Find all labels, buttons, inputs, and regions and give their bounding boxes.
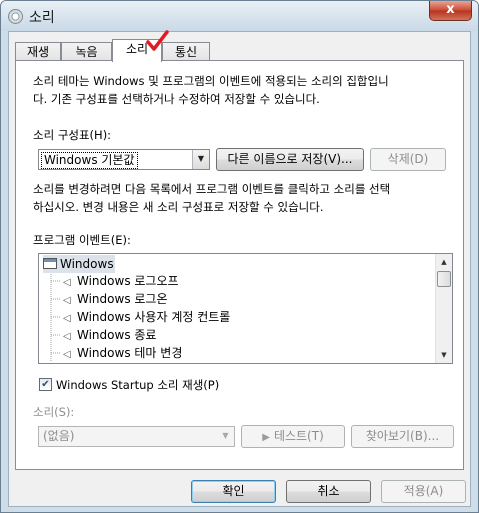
- speaker-icon: ◁: [63, 349, 71, 360]
- dialog-client-area: 재생 녹음 소리 통신 소리 테마는 Windows 및 프로그램의 이벤트에 …: [8, 30, 471, 507]
- description-line-1: 소리 테마는 Windows 및 프로그램의 이벤트에 적용되는 소리의 집합입…: [33, 74, 389, 88]
- title-bar[interactable]: 소리 x: [1, 1, 478, 31]
- delete-button[interactable]: 삭제(D): [370, 148, 446, 171]
- play-icon: ▶: [262, 432, 270, 443]
- instructions-text: 소리를 변경하려면 다음 목록에서 프로그램 이벤트를 클릭하고 소리를 선택 …: [33, 180, 453, 216]
- list-item-label: Windows 테마 변경: [77, 346, 183, 360]
- scheme-selected-value: Windows 기본값: [41, 152, 138, 169]
- list-item[interactable]: ◁ Windows 사용자 계정 컨트롤: [63, 308, 230, 326]
- check-mark-icon: [146, 30, 169, 51]
- list-item[interactable]: ◁ Windows 로그온: [63, 290, 168, 308]
- description-text: 소리 테마는 Windows 및 프로그램의 이벤트에 적용되는 소리의 집합입…: [33, 72, 453, 108]
- startup-sound-checkbox[interactable]: ✔: [39, 378, 52, 391]
- scheme-select[interactable]: Windows 기본값 ▼: [38, 149, 210, 170]
- ok-button[interactable]: 확인: [191, 480, 276, 503]
- list-item[interactable]: ◁ Windows 테마 변경: [63, 344, 182, 362]
- tab-playback[interactable]: 재생: [15, 42, 61, 61]
- list-item-label: Windows 종료: [77, 328, 157, 342]
- tab-recording[interactable]: 녹음: [61, 42, 112, 61]
- scheme-label: 소리 구성표(H):: [33, 128, 112, 142]
- description-line-2: 다. 기존 구성표를 선택하거나 수정하여 저장할 수 있습니다.: [33, 92, 320, 106]
- test-button-label: 테스트(T): [273, 429, 324, 443]
- sound-dialog-window: 소리 x 재생 녹음 소리 통신 소리 테마는 Windows 및 프로그램의 …: [0, 0, 479, 513]
- tree-root-label: Windows: [60, 257, 114, 271]
- startup-sound-label[interactable]: Windows Startup 소리 재생(P): [56, 377, 219, 393]
- list-item-label: Windows 사용자 계정 컨트롤: [77, 310, 231, 324]
- save-as-button[interactable]: 다른 이름으로 저장(V)...: [216, 148, 364, 171]
- scroll-down-icon[interactable]: ▼: [436, 347, 452, 363]
- apply-button[interactable]: 적용(A): [381, 480, 466, 503]
- list-item[interactable]: ◁ Windows 로그오프: [63, 272, 179, 290]
- list-item-label: Windows 로그온: [77, 292, 168, 306]
- sound-selected-value: (없음): [43, 429, 75, 443]
- program-events-label: 프로그램 이벤트(E):: [33, 233, 131, 247]
- list-item-label: Windows 로그오프: [77, 274, 179, 288]
- scroll-up-icon[interactable]: ▲: [436, 254, 452, 270]
- chevron-down-icon[interactable]: ▼: [192, 150, 209, 169]
- sound-select[interactable]: (없음) ▼: [38, 426, 235, 447]
- close-button[interactable]: x: [429, 1, 472, 21]
- scroll-thumb[interactable]: [437, 271, 451, 287]
- sound-label: 소리(S):: [33, 405, 75, 419]
- list-scrollbar[interactable]: ▲ ▼: [435, 254, 452, 363]
- window-icon: [43, 258, 57, 269]
- cancel-button[interactable]: 취소: [286, 480, 371, 503]
- program-events-list[interactable]: Windows ◁ Windows 로그오프 ◁ Windows 로그온 ◁ Wind…: [38, 253, 453, 364]
- chevron-down-icon[interactable]: ▼: [217, 427, 234, 446]
- browse-button[interactable]: 찾아보기(B)...: [351, 425, 454, 448]
- window-title: 소리: [29, 10, 55, 26]
- instructions-line-2: 하십시오. 변경 내용은 새 소리 구성표로 저장할 수 있습니다.: [33, 200, 324, 214]
- list-item[interactable]: ◁ Windows 종료: [63, 326, 156, 344]
- instructions-line-1: 소리를 변경하려면 다음 목록에서 프로그램 이벤트를 클릭하고 소리를 선택: [33, 182, 391, 196]
- test-button[interactable]: ▶ 테스트(T): [241, 425, 345, 448]
- tree-root-windows[interactable]: Windows: [43, 255, 115, 273]
- speaker-icon: [8, 9, 23, 24]
